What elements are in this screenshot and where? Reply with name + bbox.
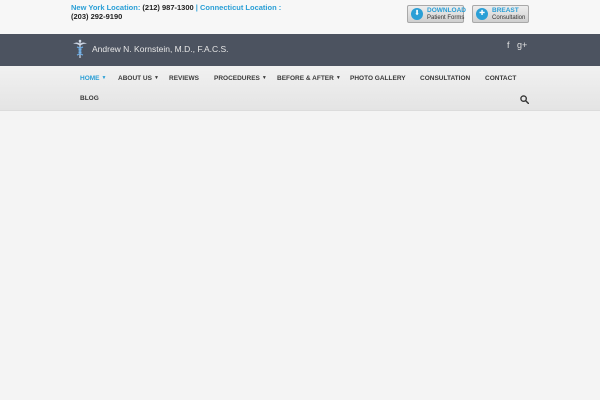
ny-location-label: New York Location: (71, 3, 143, 12)
top-bar: New York Location: (212) 987-1300 | Conn… (0, 0, 600, 34)
nav-procedures-label: PROCEDURES (214, 75, 260, 82)
contact-info: New York Location: (212) 987-1300 | Conn… (71, 3, 281, 21)
nav-procedures[interactable]: PROCEDURES ▼ (214, 74, 267, 83)
nav-contact[interactable]: CONTACT (485, 74, 516, 83)
google-plus-icon[interactable]: g+ (517, 40, 527, 50)
nav-contact-label: CONTACT (485, 75, 517, 82)
nav-about-label: ABOUT US (118, 75, 152, 82)
nav-blog[interactable]: BLOG (80, 94, 99, 103)
content-area (0, 111, 600, 400)
nav-reviews[interactable]: REVIEWS (169, 74, 199, 83)
nav-before-after[interactable]: BEFORE & AFTER ▼ (277, 74, 341, 83)
search-icon[interactable] (520, 95, 529, 104)
nav-blog-label: BLOG (80, 95, 99, 102)
breast-consultation-button[interactable]: ✚ BREAST Consultation (472, 5, 529, 23)
download-icon: ⬇ (411, 8, 423, 20)
nav-gallery-label: PHOTO GALLERY (350, 75, 406, 82)
consultation-button-subtitle: Consultation (492, 15, 526, 21)
nav-home[interactable]: HOME ▼ (80, 74, 106, 83)
header-band (0, 34, 600, 66)
consultation-icon: ✚ (476, 8, 488, 20)
nav-home-label: HOME (80, 75, 100, 82)
chevron-down-icon: ▼ (261, 75, 267, 81)
nav-consultation[interactable]: CONSULTATION (420, 74, 470, 83)
nav-before-after-label: BEFORE & AFTER (277, 75, 334, 82)
main-navigation (0, 66, 600, 111)
nav-reviews-label: REVIEWS (169, 75, 199, 82)
nav-photo-gallery[interactable]: PHOTO GALLERY (350, 74, 406, 83)
download-button-subtitle: Patient Forms (427, 15, 465, 21)
ny-phone-link[interactable]: (212) 987-1300 (142, 3, 193, 12)
consultation-button-title: BREAST (492, 7, 519, 14)
caduceus-icon[interactable] (72, 39, 88, 59)
site-title[interactable]: Andrew N. Kornstein, M.D., F.A.C.S. (92, 44, 229, 54)
chevron-down-icon: ▼ (101, 75, 107, 81)
ct-phone-link[interactable]: (203) 292-9190 (71, 12, 122, 21)
facebook-icon[interactable]: f (507, 40, 510, 50)
download-button-title: DOWNLOAD (427, 7, 466, 14)
download-forms-button[interactable]: ⬇ DOWNLOAD Patient Forms (407, 5, 466, 23)
nav-consultation-label: CONSULTATION (420, 75, 471, 82)
nav-about-us[interactable]: ABOUT US ▼ (118, 74, 159, 83)
chevron-down-icon: ▼ (153, 75, 159, 81)
chevron-down-icon: ▼ (335, 75, 341, 81)
ct-location-label: Connecticut Location : (199, 3, 282, 12)
